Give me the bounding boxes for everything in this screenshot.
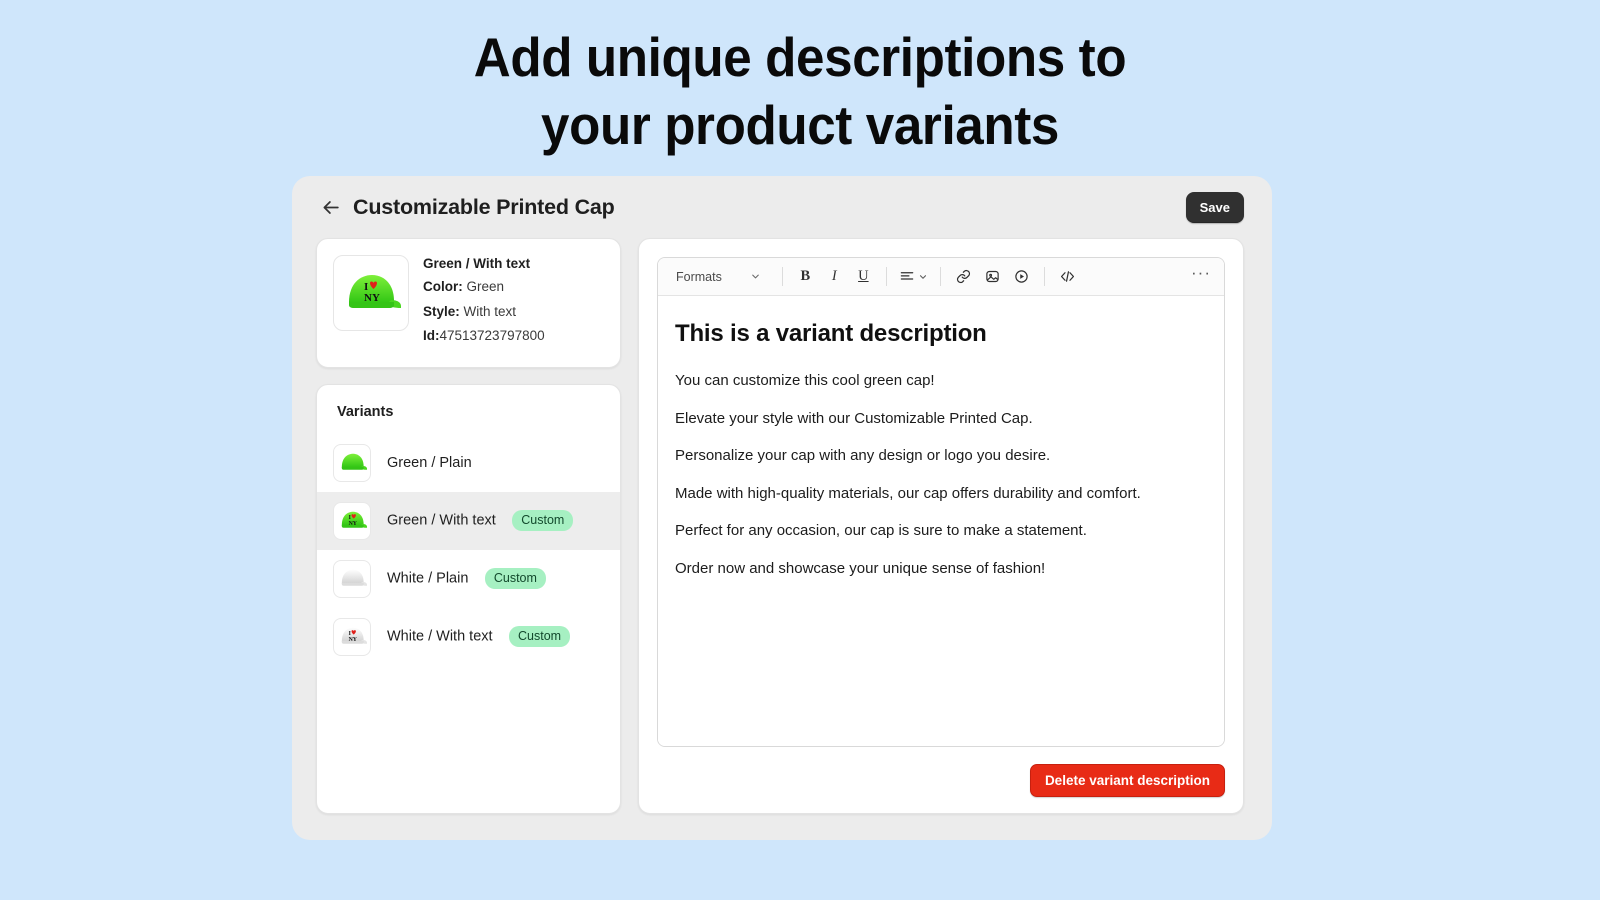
- document-paragraph: Perfect for any occasion, our cap is sur…: [675, 522, 1087, 539]
- svg-text:NY: NY: [348, 521, 357, 527]
- align-left-icon: [900, 272, 914, 280]
- svg-text:NY: NY: [364, 292, 380, 304]
- link-button[interactable]: [950, 264, 977, 290]
- formats-dropdown[interactable]: Formats: [666, 266, 769, 288]
- formats-dropdown-label: Formats: [676, 269, 722, 284]
- more-horizontal-icon[interactable]: ···: [1188, 264, 1214, 286]
- delete-variant-description-button[interactable]: Delete variant description: [1029, 764, 1225, 797]
- id-label: Id:: [423, 328, 440, 344]
- app-window: Customizable Printed Cap Save I NY Green…: [292, 176, 1272, 840]
- document-paragraph: Elevate your style with our Customizable…: [675, 409, 1033, 427]
- variant-list-item-white-plain[interactable]: White / Plain Custom: [317, 550, 620, 608]
- italic-button[interactable]: I: [821, 264, 848, 290]
- variant-item-label: White / With text: [387, 628, 493, 645]
- variant-item-label: White / Plain: [387, 570, 469, 587]
- variant-item-row-text: Green / With text Custom: [387, 510, 574, 532]
- right-column: Formats B I U ··· This is a variant desc…: [638, 238, 1244, 814]
- toolbar-divider: [1043, 267, 1045, 286]
- editor-content-area[interactable]: This is a variant description You can cu…: [658, 296, 1224, 746]
- variants-heading: Variants: [337, 403, 394, 420]
- variant-item-row-text: White / Plain Custom: [387, 568, 546, 590]
- green-cap-with-text-icon: I NY: [333, 501, 371, 540]
- editor-toolbar: Formats B I U ···: [658, 258, 1224, 296]
- link-icon: [956, 269, 970, 284]
- variant-info-title: Green / With text: [423, 256, 531, 271]
- insert-video-button[interactable]: [1008, 264, 1035, 290]
- variant-info-color: Color: Green: [423, 277, 545, 297]
- page-title: Add unique descriptions to your product …: [56, 24, 1544, 159]
- underline-button[interactable]: U: [850, 264, 877, 290]
- white-cap-with-text-icon: I NY: [333, 617, 371, 656]
- style-value: With text: [463, 303, 517, 319]
- document-paragraph: Made with high-quality materials, our ca…: [675, 484, 1141, 502]
- image-icon: [986, 270, 999, 283]
- status-badge: Custom: [484, 568, 546, 590]
- product-title: Customizable Printed Cap: [353, 194, 615, 219]
- color-value: Green: [466, 279, 505, 294]
- hero-section: Add unique descriptions to your product …: [0, 0, 1600, 159]
- app-body: I NY Green / With text Color: Green Styl…: [292, 238, 1272, 838]
- svg-text:NY: NY: [348, 637, 357, 643]
- status-badge: Custom: [509, 626, 571, 648]
- hero-line-2: your product variants: [540, 93, 1060, 156]
- document-heading: This is a variant description: [675, 320, 987, 347]
- variant-list-item-white-with-text[interactable]: I NY White / With text Custom: [317, 608, 620, 666]
- color-label: Color:: [423, 279, 463, 294]
- variant-info-card: I NY Green / With text Color: Green Styl…: [316, 238, 621, 368]
- source-code-button[interactable]: [1054, 264, 1081, 290]
- variant-item-label: Green / With text: [387, 512, 496, 529]
- document-paragraph: Personalize your cap with any design or …: [675, 447, 1051, 464]
- style-label: Style:: [423, 303, 460, 319]
- variant-list-item-green-plain[interactable]: Green / Plain: [317, 434, 620, 492]
- toolbar-divider: [939, 267, 941, 286]
- id-value: 47513723797800: [439, 328, 545, 344]
- white-cap-plain-icon: [333, 559, 371, 598]
- editor-card: Formats B I U ··· This is a variant desc…: [638, 238, 1244, 814]
- variant-item-row-text: White / With text Custom: [387, 626, 571, 648]
- green-cap-plain-icon: [333, 443, 371, 482]
- green-cap-with-text-icon: I NY: [349, 275, 401, 308]
- variant-list-item-green-with-text[interactable]: I NY Green / With text Custom: [317, 491, 620, 550]
- document-paragraph: Order now and showcase your unique sense…: [675, 559, 1046, 577]
- variant-info-image: I NY: [333, 255, 409, 331]
- chevron-down-icon: [919, 274, 926, 279]
- video-icon: [1015, 270, 1028, 283]
- app-header: Customizable Printed Cap Save: [292, 176, 1272, 238]
- rich-text-editor: Formats B I U ··· This is a variant desc…: [657, 257, 1225, 747]
- variants-list-card: Variants Green / Plain I NY Green / With…: [316, 383, 621, 814]
- insert-image-button[interactable]: [979, 264, 1006, 290]
- toolbar-divider: [885, 267, 887, 286]
- variant-info-text: Green / With text Color: Green Style: Wi…: [423, 255, 545, 351]
- save-button[interactable]: Save: [1185, 191, 1244, 223]
- status-badge: Custom: [512, 510, 574, 532]
- editor-footer: Delete variant description: [657, 747, 1225, 797]
- chevron-down-icon: [752, 274, 759, 279]
- variant-info-style: Style: With text: [423, 302, 545, 322]
- document-paragraph: You can customize this cool green cap!: [675, 372, 935, 389]
- bold-button[interactable]: B: [792, 264, 819, 290]
- hero-line-1: Add unique descriptions to: [473, 26, 1127, 88]
- arrow-left-icon[interactable]: [320, 196, 342, 218]
- variant-info-id: Id:47513723797800: [423, 326, 545, 346]
- align-dropdown-button[interactable]: [896, 269, 931, 284]
- code-icon: [1060, 271, 1074, 282]
- variant-item-label: Green / Plain: [387, 454, 472, 471]
- toolbar-divider: [781, 267, 783, 286]
- left-column: I NY Green / With text Color: Green Styl…: [316, 238, 621, 814]
